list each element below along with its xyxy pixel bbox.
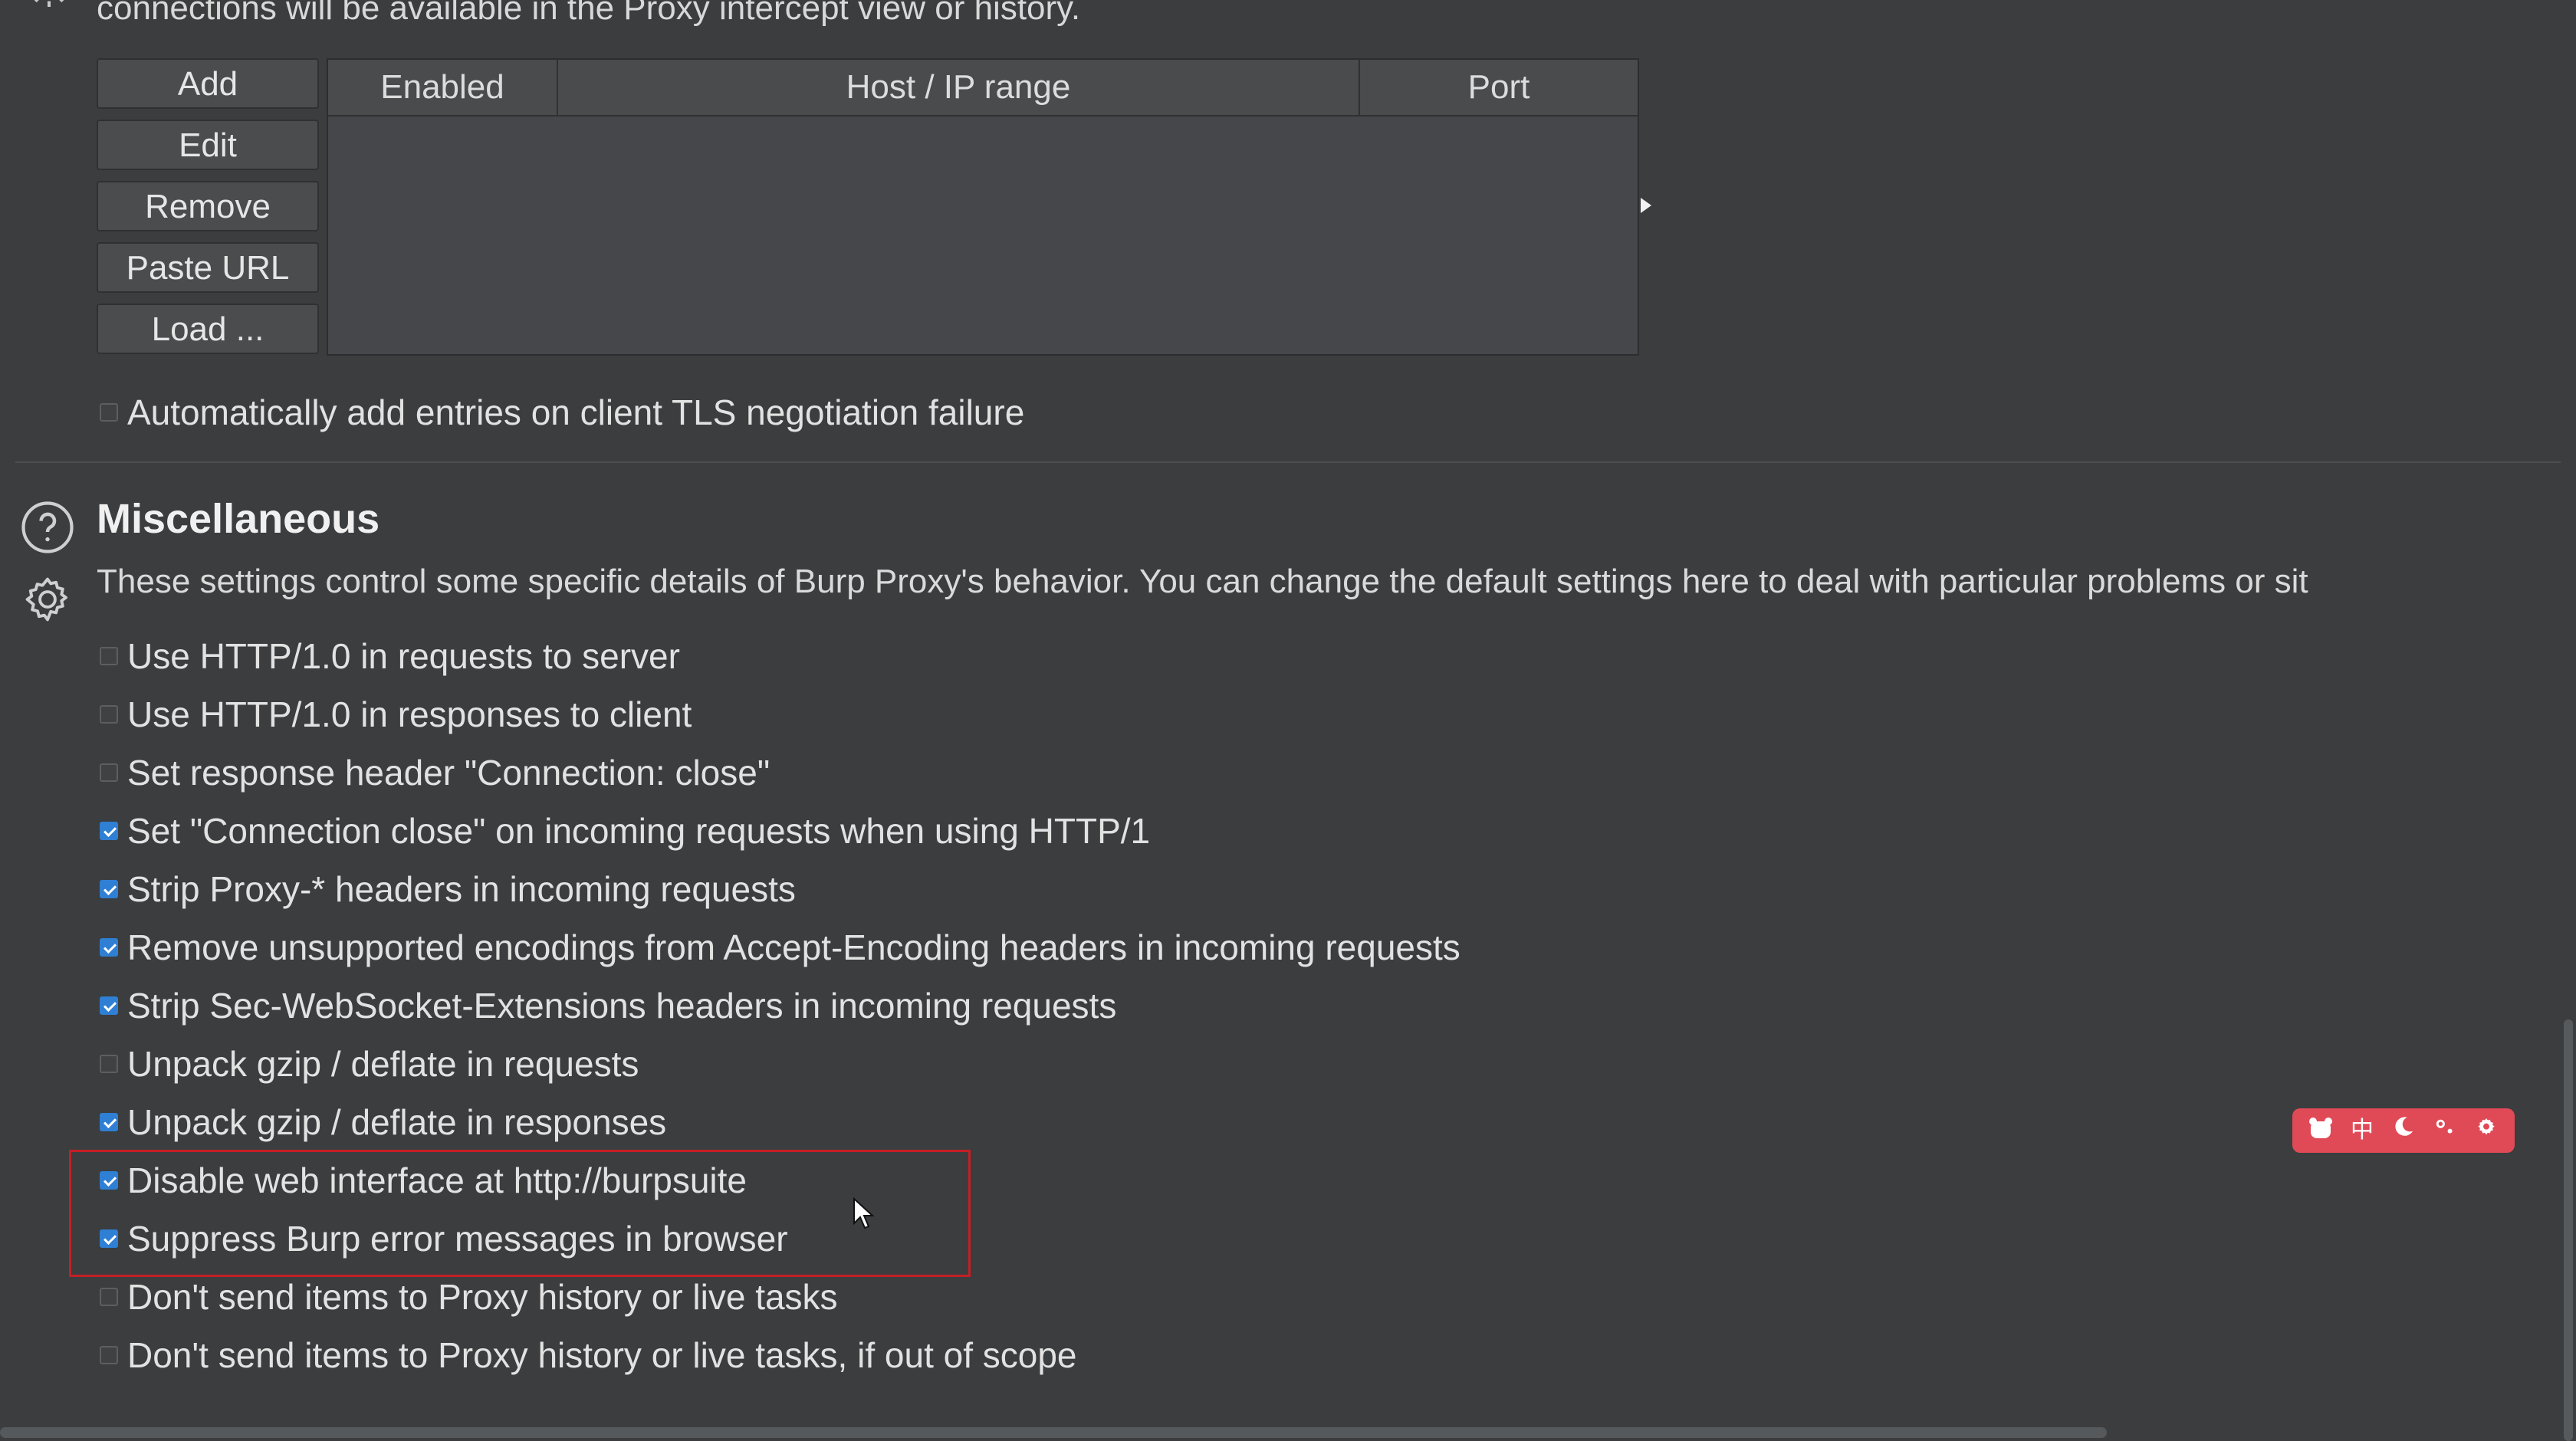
section-divider	[15, 461, 2561, 463]
option-remove-encodings[interactable]: Remove unsupported encodings from Accept…	[100, 924, 1460, 970]
option-http10-requests[interactable]: Use HTTP/1.0 in requests to server	[100, 633, 680, 679]
checkbox-label: Strip Proxy-* headers in incoming reques…	[127, 869, 796, 909]
checkbox-label: Set "Connection close" on incoming reque…	[127, 811, 1151, 851]
bear-icon[interactable]	[2305, 1115, 2336, 1146]
option-strip-proxy-headers[interactable]: Strip Proxy-* headers in incoming reques…	[100, 866, 796, 912]
expand-arrow-icon[interactable]	[1641, 198, 1651, 213]
horizontal-scrollbar[interactable]	[0, 1427, 2107, 1438]
floating-toolbar[interactable]: 中	[2292, 1108, 2515, 1153]
column-header-port[interactable]: Port	[1360, 60, 1638, 115]
dots-icon[interactable]	[2430, 1115, 2460, 1146]
add-button[interactable]: Add	[97, 58, 319, 109]
checkbox[interactable]	[100, 1113, 118, 1131]
checkbox-label: Strip Sec-WebSocket-Extensions headers i…	[127, 986, 1117, 1026]
checkbox[interactable]	[100, 822, 118, 840]
option-dont-send-history-out-of-scope[interactable]: Don't send items to Proxy history or liv…	[100, 1332, 1077, 1378]
edit-button[interactable]: Edit	[97, 120, 319, 170]
mouse-cursor-icon	[853, 1197, 875, 1229]
checkbox-label: Automatically add entries on client TLS …	[127, 392, 1025, 432]
paste-url-button[interactable]: Paste URL	[97, 242, 319, 293]
checkbox[interactable]	[100, 880, 118, 898]
table-body[interactable]	[328, 117, 1638, 354]
remove-button[interactable]: Remove	[97, 181, 319, 231]
chinese-input-icon[interactable]: 中	[2347, 1115, 2377, 1146]
vertical-scrollbar[interactable]	[2564, 1019, 2573, 1441]
checkbox-label: Unpack gzip / deflate in responses	[127, 1102, 667, 1142]
option-http10-responses[interactable]: Use HTTP/1.0 in responses to client	[100, 691, 692, 737]
checkbox-label: Remove unsupported encodings from Accept…	[127, 927, 1460, 967]
checkbox-label: Use HTTP/1.0 in requests to server	[127, 636, 680, 676]
option-unpack-requests[interactable]: Unpack gzip / deflate in requests	[100, 1041, 639, 1087]
checkbox[interactable]	[100, 403, 118, 422]
gear-icon	[34, 0, 64, 7]
moon-icon[interactable]	[2388, 1115, 2419, 1146]
column-header-enabled[interactable]: Enabled	[328, 60, 558, 115]
section-title: Miscellaneous	[97, 496, 380, 542]
option-connection-close-header[interactable]: Set response header "Connection: close"	[100, 750, 770, 796]
checkbox-label: Use HTTP/1.0 in responses to client	[127, 694, 692, 734]
load-button[interactable]: Load ...	[97, 304, 319, 354]
checkbox[interactable]	[100, 705, 118, 724]
checkbox-label: Don't send items to Proxy history or liv…	[127, 1277, 838, 1317]
checkbox[interactable]	[100, 938, 118, 957]
option-connection-close-incoming[interactable]: Set "Connection close" on incoming reque…	[100, 808, 1150, 854]
help-icon[interactable]	[20, 500, 75, 555]
option-strip-websocket-extensions[interactable]: Strip Sec-WebSocket-Extensions headers i…	[100, 983, 1116, 1029]
checkbox[interactable]	[100, 1288, 118, 1306]
checkbox-label: Set response header "Connection: close"	[127, 753, 770, 793]
checkbox[interactable]	[100, 1055, 118, 1073]
checkbox[interactable]	[100, 996, 118, 1015]
option-dont-send-history[interactable]: Don't send items to Proxy history or liv…	[100, 1274, 838, 1320]
tls-passthrough-table[interactable]: Enabled Host / IP range Port	[327, 58, 1639, 356]
checkbox[interactable]	[100, 763, 118, 782]
checkbox[interactable]	[100, 1346, 118, 1364]
option-unpack-responses[interactable]: Unpack gzip / deflate in responses	[100, 1099, 666, 1145]
checkbox-label: Don't send items to Proxy history or liv…	[127, 1335, 1077, 1375]
auto-add-tls-option[interactable]: Automatically add entries on client TLS …	[100, 389, 1024, 435]
highlight-box	[69, 1150, 971, 1277]
checkbox[interactable]	[100, 647, 118, 665]
gear-icon[interactable]	[2471, 1115, 2502, 1146]
settings-gear-icon[interactable]	[20, 572, 75, 627]
column-header-host[interactable]: Host / IP range	[558, 60, 1360, 115]
section-description-partial: connections will be available in the Pro…	[97, 0, 1081, 27]
checkbox-label: Unpack gzip / deflate in requests	[127, 1044, 639, 1084]
section-description: These settings control some specific det…	[97, 563, 2308, 600]
table-header: Enabled Host / IP range Port	[328, 60, 1638, 117]
